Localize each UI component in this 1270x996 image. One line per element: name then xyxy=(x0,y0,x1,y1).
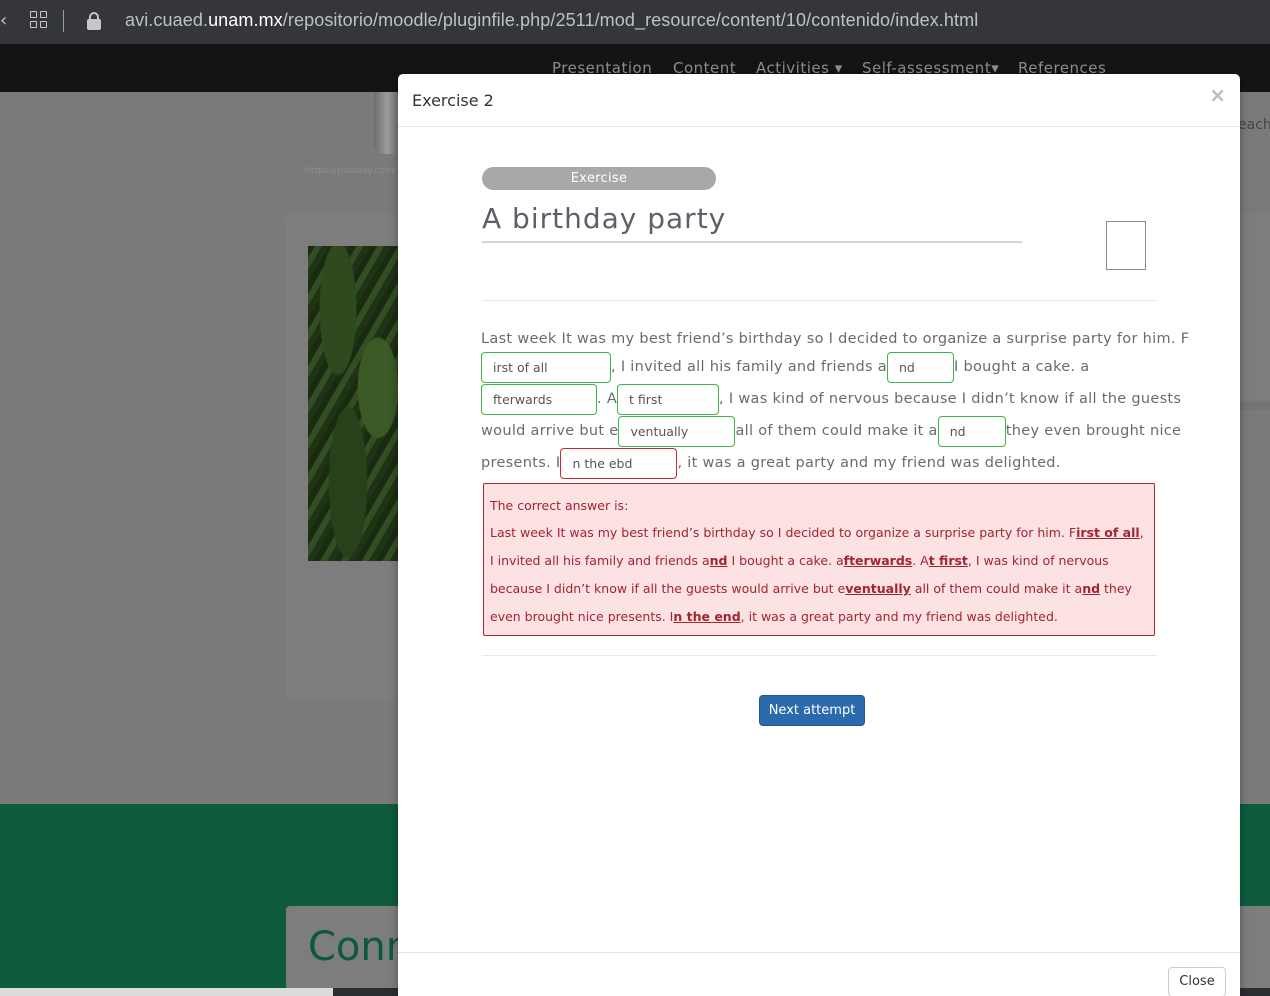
passage-line: irst of all , I invited all his family a… xyxy=(481,351,1090,383)
passage-line: fterwards . A t first , I was kind of ne… xyxy=(481,383,1181,415)
passage-text: they even brought nice xyxy=(1005,423,1182,439)
toolbar-divider xyxy=(63,10,64,32)
passage-text: I bought a cake. a xyxy=(954,359,1090,375)
section-card-right xyxy=(1238,906,1270,996)
blank-input-3[interactable]: fterwards xyxy=(481,383,597,415)
image-credit: https://pixabay.com/ xyxy=(305,166,397,176)
lock-icon[interactable] xyxy=(87,12,101,30)
modal-title: Exercise 2 xyxy=(412,91,494,110)
answer-word: irst of all xyxy=(1076,525,1140,540)
browser-toolbar: ‹ avi.cuaed.unam.mx/repositorio/moodle/p… xyxy=(0,0,1270,44)
url-path: /repositorio/moodle/pluginfile.php/2511/… xyxy=(282,10,979,30)
plant-photo xyxy=(308,246,408,561)
url-prefix: avi.cuaed. xyxy=(125,10,209,30)
card-shadow xyxy=(1238,402,1270,410)
passage-line: would arrive but e ventually all of them… xyxy=(481,415,1181,447)
passage-text: all of them could make it a xyxy=(735,423,938,439)
side-text: each xyxy=(1238,117,1270,133)
blank-input-2[interactable]: nd xyxy=(887,351,954,383)
exercise-badge: Exercise xyxy=(482,167,716,190)
score-box xyxy=(1106,221,1146,270)
passage-text: , it was a great party and my friend was… xyxy=(677,455,1061,471)
passage-text: Last week It was my best friend’s birthd… xyxy=(481,331,1190,347)
answer-word: t first xyxy=(928,553,968,568)
modal-footer-divider xyxy=(398,952,1240,953)
feedback-label: The correct answer is: xyxy=(490,498,629,513)
passage-text: , I invited all his family and friends a xyxy=(611,359,887,375)
lightbulb-image xyxy=(374,92,400,154)
close-button[interactable]: Close xyxy=(1168,967,1226,996)
back-arrow-icon[interactable]: ‹ xyxy=(0,10,7,31)
blank-input-1[interactable]: irst of all xyxy=(481,351,611,383)
answer-word: nd xyxy=(1082,581,1101,596)
address-bar[interactable]: avi.cuaed.unam.mx/repositorio/moodle/plu… xyxy=(125,10,978,31)
apps-grid-icon[interactable] xyxy=(30,11,48,29)
close-icon[interactable]: × xyxy=(1209,85,1226,105)
url-domain: unam.mx xyxy=(208,10,283,30)
section-heading: Conn xyxy=(308,924,412,970)
answer-word: ventually xyxy=(845,581,911,596)
modal-header: Exercise 2 × xyxy=(398,74,1240,127)
title-underline xyxy=(482,241,1022,243)
next-attempt-button[interactable]: Next attempt xyxy=(759,695,865,726)
passage-text: would arrive but e xyxy=(481,423,619,439)
passage-line: presents. I n the ebd , it was a great p… xyxy=(481,447,1061,479)
passage-text: presents. I xyxy=(481,455,561,471)
passage-text: , I was kind of nervous because I didn’t… xyxy=(719,391,1182,407)
blank-input-7[interactable]: n the ebd xyxy=(560,447,678,479)
divider xyxy=(482,300,1157,301)
answer-word: nd xyxy=(709,553,728,568)
feedback-text: Last week It was my best friend’s birthd… xyxy=(490,525,1144,624)
blank-input-5[interactable]: ventually xyxy=(618,415,736,447)
content-card-right xyxy=(1238,214,1270,400)
answer-word: fterwards xyxy=(843,553,913,568)
answer-word: n the end xyxy=(673,609,741,624)
blank-input-6[interactable]: nd xyxy=(937,415,1006,447)
blank-input-4[interactable]: t first xyxy=(617,383,720,415)
correct-answer-feedback: The correct answer is: Last week It was … xyxy=(483,483,1155,636)
exercise-title: A birthday party xyxy=(482,202,727,235)
exercise-modal: Exercise 2 × Exercise A birthday party L… xyxy=(398,74,1240,996)
passage-text: . A xyxy=(597,391,618,407)
divider xyxy=(482,655,1157,656)
